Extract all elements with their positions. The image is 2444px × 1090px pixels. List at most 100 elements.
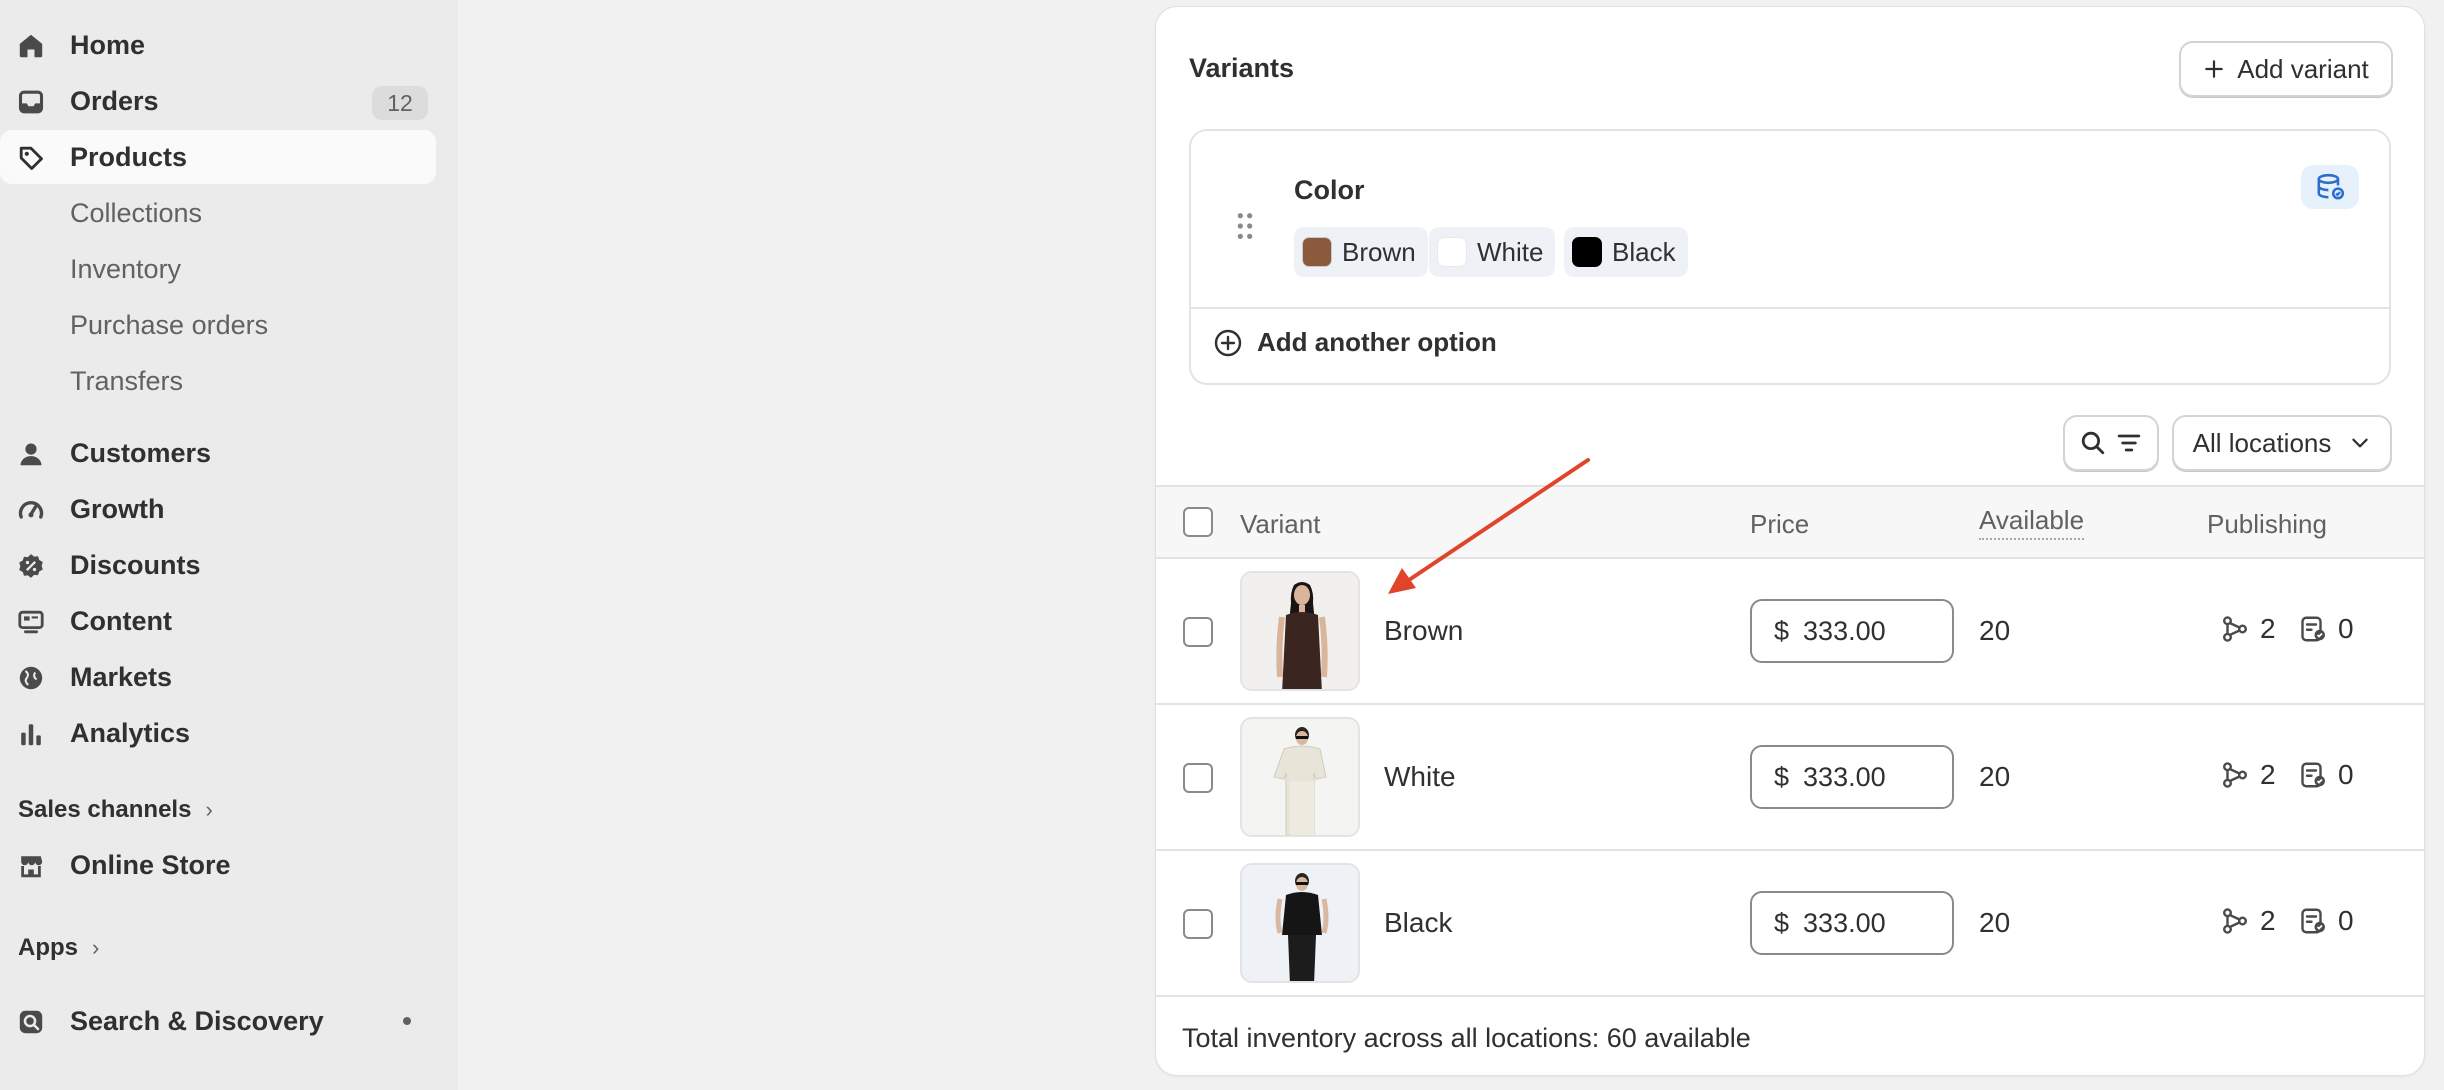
- sidebar-item-orders[interactable]: Orders 12: [0, 74, 436, 128]
- sidebar-item-label: Home: [70, 29, 146, 60]
- sidebar-item-search-discovery[interactable]: Search & Discovery: [0, 994, 436, 1048]
- variant-name[interactable]: Black: [1384, 907, 1452, 939]
- sidebar-item-label: Orders: [70, 85, 159, 116]
- option-name[interactable]: Color: [1294, 175, 1365, 206]
- add-another-option-button[interactable]: Add another option: [1213, 327, 1497, 358]
- person-icon: [17, 440, 45, 468]
- price-input[interactable]: $ 333.00: [1750, 599, 1954, 663]
- discount-icon: [17, 552, 45, 580]
- apps-label: Apps: [18, 934, 78, 961]
- price-value: 333.00: [1803, 615, 1886, 646]
- sidebar-item-label: Growth: [70, 493, 165, 524]
- variants-table-header: Variant Price Available Publishing: [1156, 485, 2424, 559]
- sidebar-item-markets[interactable]: Markets: [0, 650, 436, 704]
- sidebar-item-analytics[interactable]: Analytics: [0, 706, 436, 760]
- catalog-icon: [2301, 908, 2325, 934]
- table-row[interactable]: Black $ 333.00 20 2 0: [1156, 851, 2424, 997]
- sales-channels-section[interactable]: Sales channels ›: [18, 796, 213, 824]
- inventory-total: Total inventory across all locations: 60…: [1182, 1023, 1751, 1053]
- sidebar-item-growth[interactable]: Growth: [0, 482, 436, 536]
- sales-channels-count[interactable]: 2: [2220, 759, 2276, 791]
- apps-section[interactable]: Apps ›: [18, 934, 99, 962]
- search-discovery-app-icon: [17, 1008, 45, 1036]
- divider: [1191, 307, 2389, 309]
- sidebar-subitem-inventory[interactable]: Inventory: [70, 254, 181, 285]
- sidebar-subitem-collections[interactable]: Collections: [70, 198, 202, 229]
- column-header-variant[interactable]: Variant: [1240, 509, 1320, 540]
- sales-channels-count[interactable]: 2: [2220, 613, 2276, 645]
- sidebar-item-online-store[interactable]: Online Store: [0, 838, 436, 892]
- option-value-chip[interactable]: Brown: [1294, 227, 1428, 277]
- filter-icon: [2117, 434, 2141, 452]
- sidebar-subitem-transfers[interactable]: Transfers: [70, 366, 183, 397]
- available-quantity[interactable]: 20: [1979, 907, 2010, 939]
- option-value-label: Brown: [1342, 236, 1416, 267]
- locations-select[interactable]: All locations: [2172, 415, 2392, 471]
- available-quantity[interactable]: 20: [1979, 761, 2010, 793]
- gauge-icon: [17, 496, 45, 524]
- variants-card: Variants Add variant Color Brown White B…: [1155, 6, 2425, 1076]
- add-variant-button[interactable]: Add variant: [2179, 41, 2393, 97]
- variant-name[interactable]: Brown: [1384, 615, 1463, 647]
- column-header-publishing: Publishing: [2207, 509, 2327, 539]
- sidebar-item-label: Customers: [70, 437, 212, 468]
- search-filter-button[interactable]: [2063, 415, 2159, 471]
- add-another-option-label: Add another option: [1257, 327, 1497, 357]
- color-swatch: [1437, 237, 1467, 267]
- table-row[interactable]: Brown $ 333.00 20 2 0: [1156, 559, 2424, 705]
- sidebar-item-customers[interactable]: Customers: [0, 426, 436, 480]
- chevron-right-icon: ›: [205, 797, 213, 822]
- catalogs-count[interactable]: 0: [2298, 613, 2354, 645]
- price-input[interactable]: $ 333.00: [1750, 745, 1954, 809]
- channels-icon: [2222, 762, 2248, 788]
- sidebar-item-label: Analytics: [70, 717, 191, 748]
- option-editor: Color Brown White Black Add another opti…: [1189, 129, 2391, 385]
- price-value: 333.00: [1803, 761, 1886, 792]
- available-quantity[interactable]: 20: [1979, 615, 2010, 647]
- tag-icon: [17, 144, 45, 172]
- sales-channels-label: Sales channels: [18, 796, 192, 823]
- sidebar-item-label: Online Store: [70, 849, 231, 880]
- select-all-checkbox[interactable]: [1183, 507, 1213, 537]
- metafield-linked-icon[interactable]: [2301, 165, 2359, 209]
- database-icon: [2317, 173, 2345, 200]
- product-photo-brown: [1242, 573, 1358, 689]
- channels-count: 2: [2260, 905, 2276, 936]
- catalogs-value: 0: [2338, 759, 2354, 790]
- option-value-label: Black: [1612, 236, 1676, 267]
- currency-symbol: $: [1774, 615, 1790, 646]
- option-value-chip[interactable]: Black: [1564, 227, 1688, 277]
- channels-count: 2: [2260, 613, 2276, 644]
- option-value-chip[interactable]: White: [1429, 227, 1556, 277]
- variant-thumbnail[interactable]: [1240, 571, 1360, 691]
- catalogs-count[interactable]: 0: [2298, 905, 2354, 937]
- catalogs-count[interactable]: 0: [2298, 759, 2354, 791]
- table-row[interactable]: White $ 333.00 20 2 0: [1156, 705, 2424, 851]
- catalog-icon: [2301, 762, 2325, 788]
- row-checkbox[interactable]: [1183, 763, 1213, 793]
- drag-handle-icon[interactable]: [1235, 211, 1255, 241]
- variants-title: Variants: [1189, 53, 1295, 83]
- variant-name[interactable]: White: [1384, 761, 1456, 793]
- variant-thumbnail[interactable]: [1240, 863, 1360, 983]
- price-input[interactable]: $ 333.00: [1750, 891, 1954, 955]
- column-header-price: Price: [1750, 509, 1810, 539]
- sidebar-item-discounts[interactable]: Discounts: [0, 538, 436, 592]
- column-header-available[interactable]: Available: [1979, 505, 2085, 540]
- sidebar-item-content[interactable]: Content: [0, 594, 436, 648]
- option-value-label: White: [1477, 236, 1544, 267]
- sidebar-item-home[interactable]: Home: [0, 18, 436, 72]
- row-checkbox[interactable]: [1183, 617, 1213, 647]
- bar-chart-icon: [17, 720, 45, 748]
- variant-thumbnail[interactable]: [1240, 717, 1360, 837]
- store-icon: [17, 852, 45, 880]
- search-icon: [2081, 431, 2105, 455]
- row-checkbox[interactable]: [1183, 909, 1213, 939]
- sidebar-subitem-purchase-orders[interactable]: Purchase orders: [70, 310, 268, 341]
- color-swatch: [1572, 237, 1602, 267]
- sales-channels-count[interactable]: 2: [2220, 905, 2276, 937]
- status-dot: [403, 1017, 411, 1025]
- sidebar-item-products[interactable]: Products: [0, 130, 436, 184]
- sidebar-item-label: Search & Discovery: [70, 1005, 324, 1036]
- sidebar-item-label: Discounts: [70, 549, 201, 580]
